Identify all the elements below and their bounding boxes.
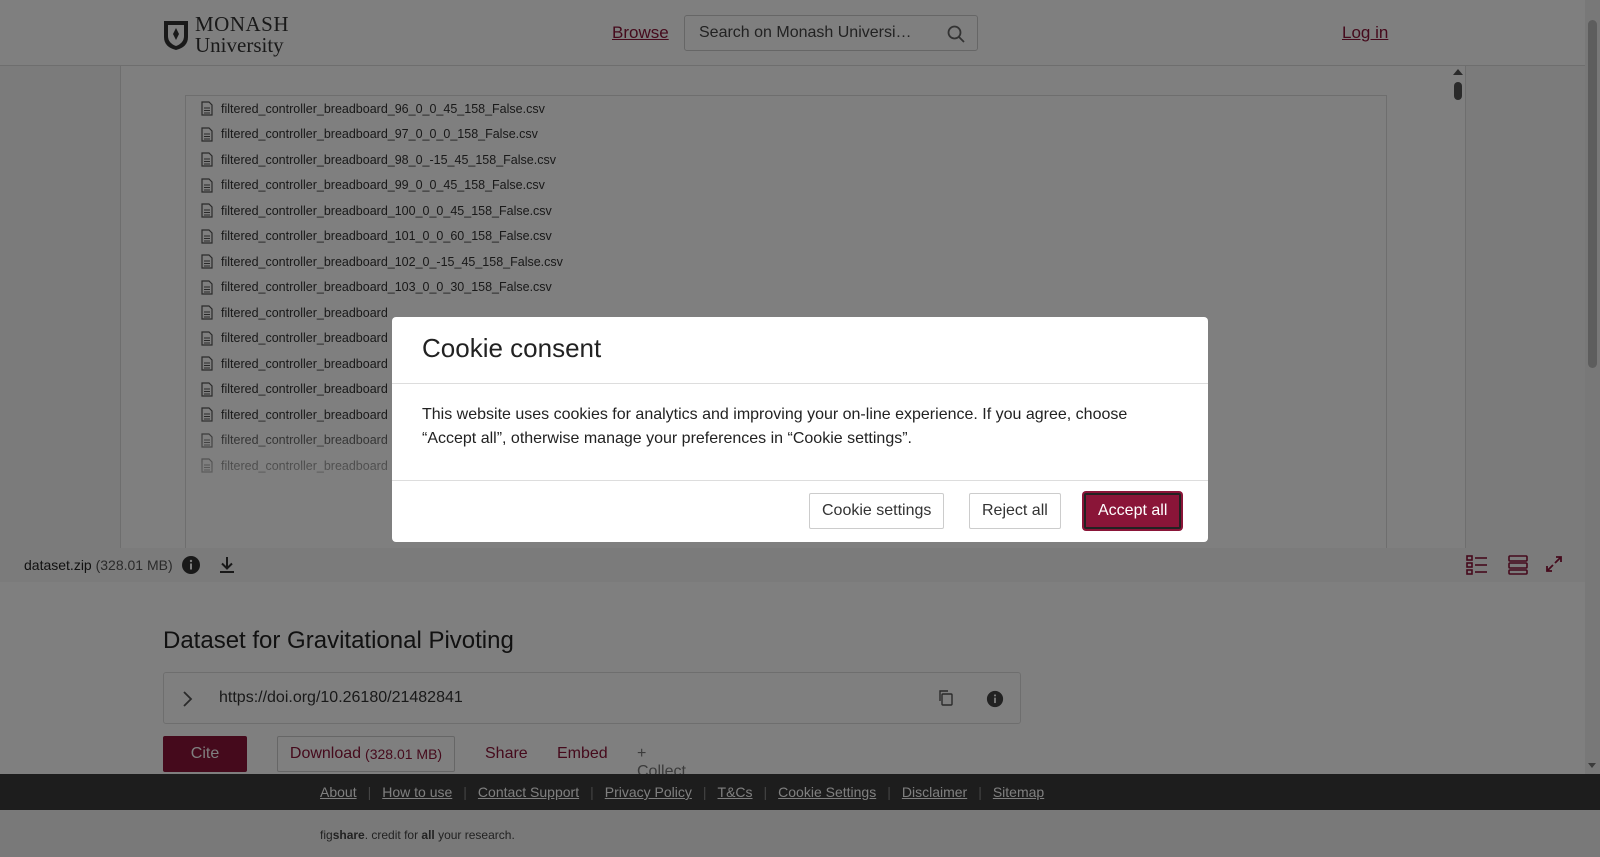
cookie-consent-modal: Cookie consent This website uses cookies… bbox=[392, 317, 1208, 542]
cookie-settings-button[interactable]: Cookie settings bbox=[809, 493, 945, 529]
modal-body: This website uses cookies for analytics … bbox=[422, 406, 1128, 447]
reject-all-button[interactable]: Reject all bbox=[969, 493, 1061, 529]
accept-all-button[interactable]: Accept all bbox=[1084, 493, 1182, 529]
modal-title: Cookie consent bbox=[422, 333, 602, 363]
modal-divider-top bbox=[392, 383, 1208, 384]
modal-divider-bottom bbox=[392, 480, 1208, 481]
